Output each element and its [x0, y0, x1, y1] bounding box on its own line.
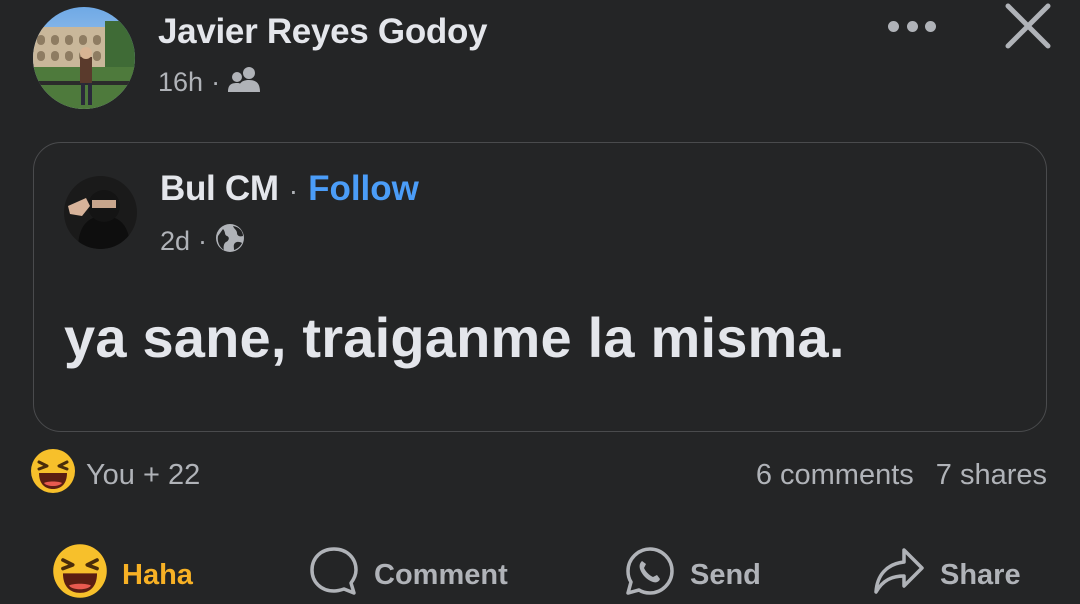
share-arrow-icon: [872, 546, 926, 604]
comment-icon: [308, 545, 360, 604]
shared-time[interactable]: 2d: [160, 226, 190, 257]
more-dot: [906, 20, 918, 32]
author-avatar[interactable]: [33, 7, 135, 109]
author-name[interactable]: Javier Reyes Godoy: [158, 12, 488, 52]
close-icon: [1005, 3, 1051, 49]
meta-separator: ·: [198, 225, 208, 256]
shared-post-text: ya sane, traiganme la misma.: [64, 306, 845, 369]
action-bar: Haha Comment Send Share: [0, 543, 1080, 604]
comment-button[interactable]: Comment: [308, 545, 508, 604]
haha-emoji-icon: [52, 543, 108, 604]
engagement-counts: 6 comments 7 shares: [756, 452, 1047, 498]
shared-header: Bul CM · Follow: [160, 169, 419, 209]
friends-icon: [228, 66, 262, 99]
send-label: Send: [690, 558, 761, 591]
close-button[interactable]: [1000, 0, 1056, 52]
more-dot: [888, 20, 899, 32]
more-dot: [925, 20, 936, 32]
haha-label: Haha: [122, 558, 193, 591]
meta-separator: ·: [211, 66, 221, 97]
comment-label: Comment: [374, 558, 508, 591]
follow-button[interactable]: Follow: [308, 169, 419, 209]
send-button[interactable]: Send: [624, 545, 761, 604]
haha-emoji-icon: [30, 448, 76, 502]
header-separator: ·: [288, 175, 299, 206]
reactions-summary[interactable]: You + 22: [30, 449, 200, 498]
haha-reaction-button[interactable]: Haha: [52, 543, 193, 604]
post-viewer: Javier Reyes Godoy 16h · Bul CM · Follow…: [0, 0, 1080, 604]
share-label: Share: [940, 558, 1021, 591]
more-options-button[interactable]: [884, 10, 940, 42]
whatsapp-icon: [624, 545, 676, 604]
shared-author-name[interactable]: Bul CM: [160, 169, 279, 209]
shared-meta: 2d ·: [160, 221, 245, 261]
reaction-count[interactable]: You + 22: [86, 459, 200, 492]
shared-post-card[interactable]: Bul CM · Follow 2d · ya sane, traiganme …: [33, 142, 1047, 432]
post-meta: 16h ·: [158, 62, 262, 102]
shared-author-avatar[interactable]: [64, 176, 137, 249]
comments-count[interactable]: 6 comments: [756, 459, 914, 492]
globe-icon: [215, 223, 245, 260]
post-time[interactable]: 16h: [158, 67, 203, 98]
share-button[interactable]: Share: [872, 545, 1021, 604]
shares-count[interactable]: 7 shares: [936, 459, 1047, 492]
